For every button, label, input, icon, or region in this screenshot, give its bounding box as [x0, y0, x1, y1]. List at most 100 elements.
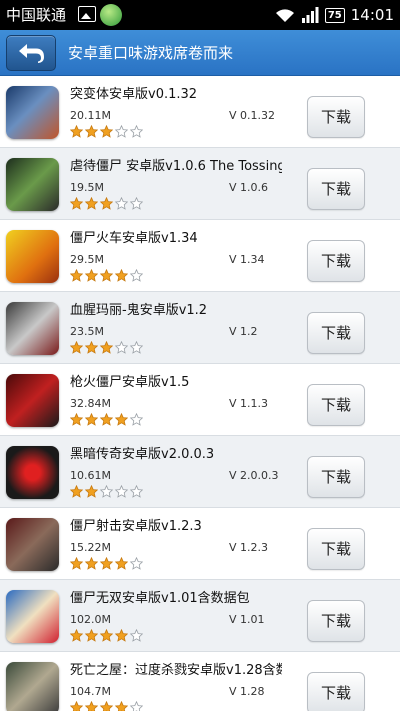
app-name[interactable]: 血腥玛丽-鬼安卓版v1.2: [70, 302, 282, 320]
app-size: 20.11M: [70, 109, 111, 122]
wifi-icon: [275, 9, 294, 22]
star-filled-icon: [85, 701, 98, 711]
app-size: 104.7M: [70, 685, 111, 698]
signal-icon: [301, 7, 319, 23]
list-item[interactable]: 僵尸无双安卓版v1.01含数据包 102.0M V 1.01 下载: [0, 580, 400, 652]
star-filled-icon: [70, 413, 83, 426]
star-filled-icon: [115, 269, 128, 282]
star-filled-icon: [85, 629, 98, 642]
mutant-icon: [6, 86, 59, 139]
star-filled-icon: [115, 413, 128, 426]
star-filled-icon: [70, 125, 83, 138]
rating-stars: [70, 413, 145, 427]
app-size: 19.5M: [70, 181, 104, 194]
star-filled-icon: [100, 701, 113, 711]
app-notification-icon: [100, 4, 122, 26]
title-bar: 安卓重口味游戏席卷而来: [0, 30, 400, 76]
rating-stars: [70, 341, 145, 355]
download-button[interactable]: 下载: [307, 528, 365, 570]
star-filled-icon: [85, 269, 98, 282]
star-empty-icon: [130, 197, 143, 210]
app-list[interactable]: 突变体安卓版v0.1.32 20.11M V 0.1.32 下载 虐待僵尸 安卓版v1.…: [0, 76, 400, 711]
rating-stars: [70, 557, 145, 571]
download-button[interactable]: 下载: [307, 672, 365, 711]
list-item[interactable]: 僵尸射击安卓版v1.2.3 15.22M V 1.2.3 下载: [0, 508, 400, 580]
star-filled-icon: [85, 557, 98, 570]
star-filled-icon: [85, 413, 98, 426]
download-button[interactable]: 下载: [307, 168, 365, 210]
app-version: V 1.1.3: [229, 397, 269, 410]
star-empty-icon: [115, 485, 128, 498]
star-filled-icon: [85, 485, 98, 498]
list-item[interactable]: 突变体安卓版v0.1.32 20.11M V 0.1.32 下载: [0, 76, 400, 148]
app-icon[interactable]: [6, 518, 59, 571]
status-indicators: 75 14:01: [275, 5, 394, 25]
star-empty-icon: [130, 269, 143, 282]
zombie-shooter-icon: [6, 518, 59, 571]
app-icon[interactable]: [6, 302, 59, 355]
app-version: V 2.0.0.3: [229, 469, 279, 482]
rating-stars: [70, 269, 145, 283]
carrier-name: 中国联通: [6, 6, 67, 24]
star-filled-icon: [100, 557, 113, 570]
zombie-warriors-icon: [6, 590, 59, 643]
rating-stars: [70, 629, 145, 643]
star-filled-icon: [115, 701, 128, 711]
app-name[interactable]: 死亡之屋：过度杀戮安卓版v1.28含数据包: [70, 662, 282, 680]
app-icon[interactable]: [6, 590, 59, 643]
app-size: 32.84M: [70, 397, 111, 410]
app-icon[interactable]: [6, 446, 59, 499]
back-button[interactable]: [6, 35, 56, 71]
download-button[interactable]: 下载: [307, 456, 365, 498]
list-item[interactable]: 枪火僵尸安卓版v1.5 32.84M V 1.1.3 下载: [0, 364, 400, 436]
bloody-mary-icon: [6, 302, 59, 355]
star-filled-icon: [100, 629, 113, 642]
app-icon[interactable]: [6, 374, 59, 427]
app-icon[interactable]: [6, 662, 59, 711]
app-size: 10.61M: [70, 469, 111, 482]
download-button[interactable]: 下载: [307, 384, 365, 426]
gunfire-zombie-icon: [6, 374, 59, 427]
download-button[interactable]: 下载: [307, 600, 365, 642]
list-item[interactable]: 黑暗传奇安卓版v2.0.0.3 10.61M V 2.0.0.3 下载: [0, 436, 400, 508]
app-version: V 1.01: [229, 613, 265, 626]
list-item[interactable]: 血腥玛丽-鬼安卓版v1.2 23.5M V 1.2 下载: [0, 292, 400, 364]
star-empty-icon: [130, 413, 143, 426]
app-name[interactable]: 枪火僵尸安卓版v1.5: [70, 374, 282, 392]
app-icon[interactable]: [6, 86, 59, 139]
app-version: V 1.2.3: [229, 541, 269, 554]
app-size: 23.5M: [70, 325, 104, 338]
app-version: V 1.34: [229, 253, 265, 266]
star-filled-icon: [100, 341, 113, 354]
list-item[interactable]: 僵尸火车安卓版v1.34 29.5M V 1.34 下载: [0, 220, 400, 292]
download-button[interactable]: 下载: [307, 240, 365, 282]
list-item[interactable]: 虐待僵尸 安卓版v1.0.6 The Tossing 19.5M V 1.0.6 下载: [0, 148, 400, 220]
app-icon[interactable]: [6, 158, 59, 211]
star-empty-icon: [130, 341, 143, 354]
star-filled-icon: [115, 557, 128, 570]
app-name[interactable]: 黑暗传奇安卓版v2.0.0.3: [70, 446, 282, 464]
download-button[interactable]: 下载: [307, 96, 365, 138]
app-version: V 1.28: [229, 685, 265, 698]
app-name[interactable]: 僵尸射击安卓版v1.2.3: [70, 518, 282, 536]
star-filled-icon: [100, 269, 113, 282]
rating-stars: [70, 125, 145, 139]
list-item[interactable]: 死亡之屋：过度杀戮安卓版v1.28含数据包 104.7M V 1.28 下载: [0, 652, 400, 711]
star-filled-icon: [100, 413, 113, 426]
star-empty-icon: [130, 701, 143, 711]
app-name[interactable]: 突变体安卓版v0.1.32: [70, 86, 282, 104]
clock: 14:01: [350, 6, 394, 24]
app-icon[interactable]: [6, 230, 59, 283]
image-notification-icon: [78, 6, 96, 22]
star-filled-icon: [70, 701, 83, 711]
star-filled-icon: [115, 629, 128, 642]
star-filled-icon: [85, 341, 98, 354]
download-button[interactable]: 下载: [307, 312, 365, 354]
app-size: 15.22M: [70, 541, 111, 554]
app-name[interactable]: 僵尸火车安卓版v1.34: [70, 230, 282, 248]
app-name[interactable]: 虐待僵尸 安卓版v1.0.6 The Tossing: [70, 158, 282, 176]
app-size: 102.0M: [70, 613, 111, 626]
star-filled-icon: [85, 125, 98, 138]
star-empty-icon: [130, 485, 143, 498]
app-name[interactable]: 僵尸无双安卓版v1.01含数据包: [70, 590, 282, 608]
